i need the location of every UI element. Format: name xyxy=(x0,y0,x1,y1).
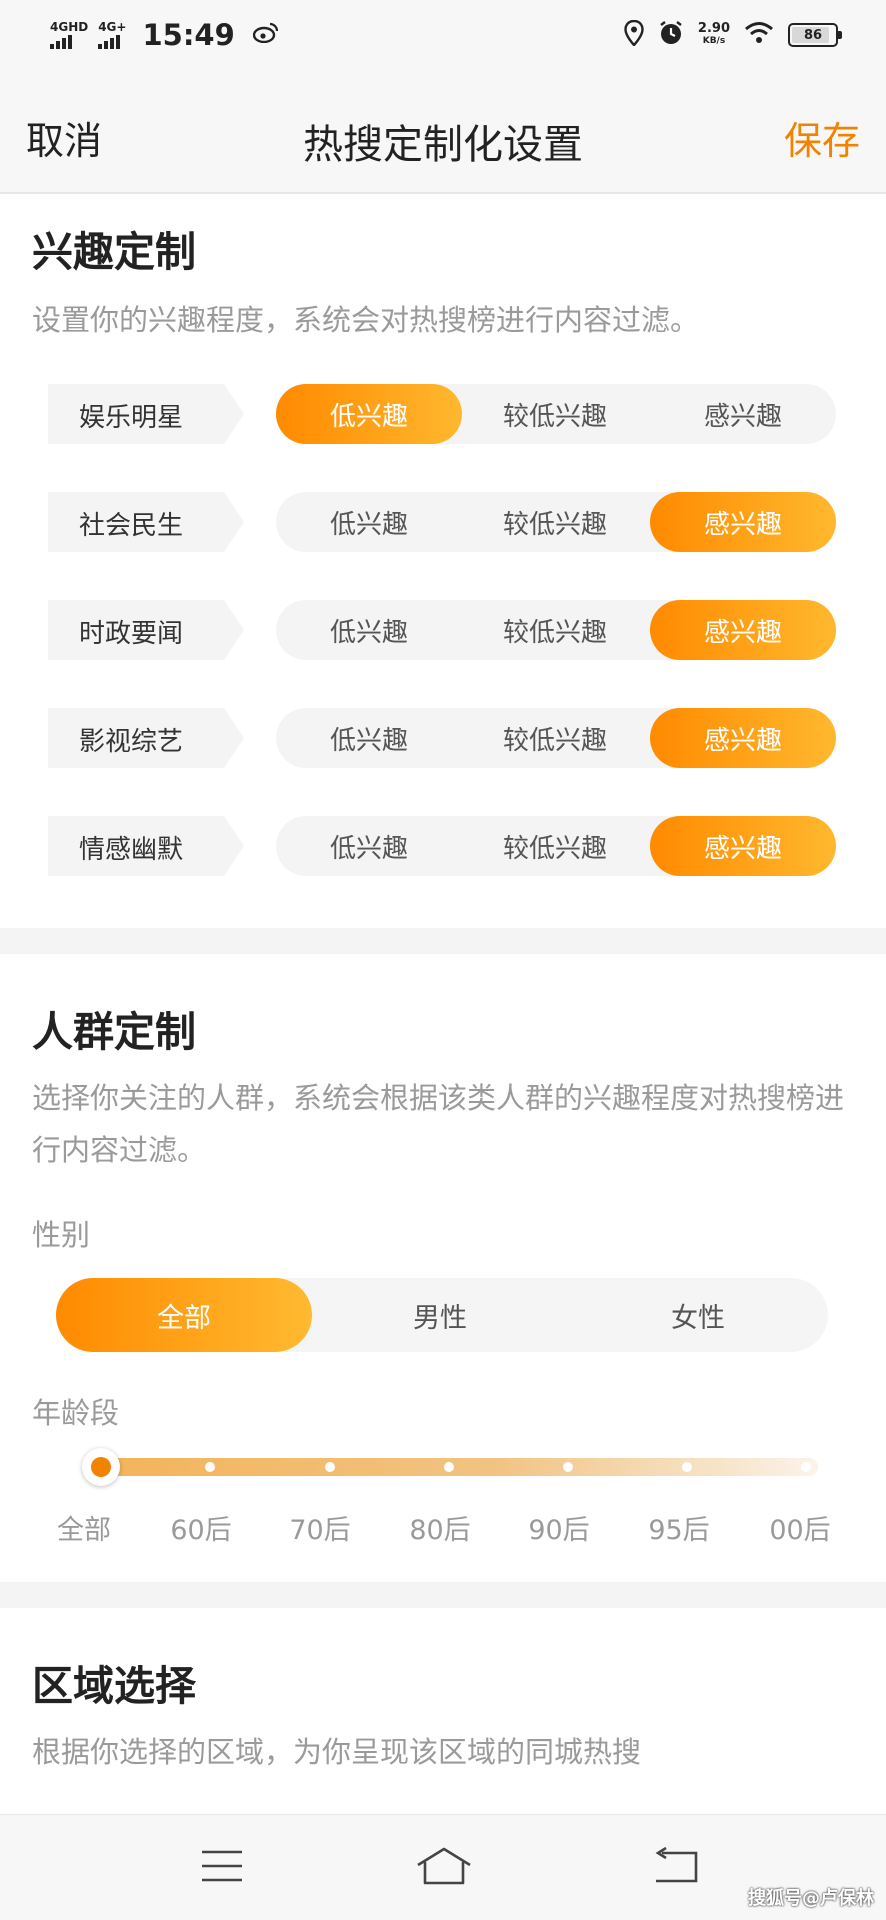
interest-row-label: 情感幽默 xyxy=(48,816,244,876)
interest-level-selector: 低兴趣 较低兴趣 感兴趣 xyxy=(276,384,836,444)
option-low-interest[interactable]: 低兴趣 xyxy=(276,816,462,876)
page-title: 热搜定制化设置 xyxy=(303,122,583,168)
save-button[interactable]: 保存 xyxy=(784,110,860,165)
interest-category: 情感幽默 xyxy=(79,835,184,865)
location-icon xyxy=(624,19,644,50)
status-left: 4GHD 4G+ 15:49 xyxy=(50,18,279,52)
interest-level-selector: 低兴趣 较低兴趣 感兴趣 xyxy=(276,600,836,660)
age-tick[interactable] xyxy=(444,1462,454,1472)
interest-row: 社会民生 低兴趣 较低兴趣 感兴趣 xyxy=(48,492,838,554)
crowd-title: 人群定制 xyxy=(32,1008,196,1056)
option-interested[interactable]: 感兴趣 xyxy=(650,708,836,768)
signal-label-1: 4GHD xyxy=(50,20,89,34)
option-low-interest[interactable]: 低兴趣 xyxy=(276,492,462,552)
interest-category: 社会民生 xyxy=(79,511,184,541)
option-lower-interest[interactable]: 较低兴趣 xyxy=(462,816,648,876)
wifi-icon xyxy=(744,21,774,49)
option-low-interest[interactable]: 低兴趣 xyxy=(276,384,462,444)
option-interested[interactable]: 感兴趣 xyxy=(650,492,836,552)
net-speed: 2.90 KB/s xyxy=(697,21,730,47)
nav-bar: 取消 热搜定制化设置 保存 xyxy=(0,72,886,194)
option-low-interest[interactable]: 低兴趣 xyxy=(276,600,462,660)
option-low-interest[interactable]: 低兴趣 xyxy=(276,708,462,768)
battery-icon: 86 xyxy=(788,23,842,47)
signal-label-2: 4G+ xyxy=(98,20,127,34)
interest-row: 影视综艺 低兴趣 较低兴趣 感兴趣 xyxy=(48,708,838,770)
interest-row-label: 影视综艺 xyxy=(48,708,244,768)
interest-level-selector: 低兴趣 较低兴趣 感兴趣 xyxy=(276,492,836,552)
interest-category: 影视综艺 xyxy=(79,727,184,757)
back-icon[interactable] xyxy=(646,1841,706,1891)
gender-option-male[interactable]: 男性 xyxy=(312,1278,568,1352)
age-tick[interactable] xyxy=(205,1462,215,1472)
age-tick[interactable] xyxy=(325,1462,335,1472)
age-slider-handle[interactable] xyxy=(82,1448,120,1486)
interest-row: 娱乐明星 低兴趣 较低兴趣 感兴趣 xyxy=(48,384,838,446)
interest-row: 时政要闻 低兴趣 较低兴趣 感兴趣 xyxy=(48,600,838,662)
option-lower-interest[interactable]: 较低兴趣 xyxy=(462,384,648,444)
age-label: 年龄段 xyxy=(32,1396,120,1430)
age-option-80s[interactable]: 80后 xyxy=(390,1508,490,1547)
age-tick[interactable] xyxy=(682,1462,692,1472)
interest-level-selector: 低兴趣 较低兴趣 感兴趣 xyxy=(276,708,836,768)
signal-bars-icon xyxy=(98,35,121,49)
status-bar: 4GHD 4G+ 15:49 2.90 KB/s 86 xyxy=(0,0,886,72)
crowd-desc: 选择你关注的人群，系统会根据该类人群的兴趣程度对热搜榜进行内容过滤。 xyxy=(32,1081,845,1167)
signal-bars-icon xyxy=(50,35,72,49)
interest-level-selector: 低兴趣 较低兴趣 感兴趣 xyxy=(276,816,836,876)
region-desc: 根据你选择的区域，为你呈现该区域的同城热搜 xyxy=(32,1735,642,1769)
option-lower-interest[interactable]: 较低兴趣 xyxy=(462,708,648,768)
region-title: 区域选择 xyxy=(32,1662,196,1710)
age-option-90s[interactable]: 90后 xyxy=(509,1508,609,1547)
alarm-icon xyxy=(658,20,684,50)
age-tick[interactable] xyxy=(801,1462,811,1472)
status-right: 2.90 KB/s 86 xyxy=(624,19,842,50)
weibo-icon xyxy=(252,21,279,49)
battery-level: 86 xyxy=(803,27,823,43)
net-speed-unit: KB/s xyxy=(702,36,726,46)
home-icon[interactable] xyxy=(414,1841,474,1891)
age-option-95s[interactable]: 95后 xyxy=(629,1508,729,1547)
section-divider xyxy=(0,928,886,954)
interest-desc: 设置你的兴趣程度，系统会对热搜榜进行内容过滤。 xyxy=(32,303,700,337)
interest-section: 兴趣定制 设置你的兴趣程度，系统会对热搜榜进行内容过滤。 娱乐明星 低兴趣 较低… xyxy=(0,196,886,928)
section-divider xyxy=(0,1582,886,1608)
age-option-60s[interactable]: 60后 xyxy=(151,1508,251,1547)
net-speed-value: 2.90 xyxy=(697,21,730,36)
gender-label: 性别 xyxy=(32,1218,91,1252)
gender-selector: 全部 男性 女性 xyxy=(56,1278,828,1352)
signal-indicator-1: 4GHD xyxy=(50,21,88,49)
option-lower-interest[interactable]: 较低兴趣 xyxy=(462,492,648,552)
interest-row-label: 娱乐明星 xyxy=(48,384,244,444)
gender-option-all[interactable]: 全部 xyxy=(56,1278,312,1352)
age-option-70s[interactable]: 70后 xyxy=(270,1508,370,1547)
watermark: 搜狐号@卢保林 xyxy=(748,1888,874,1909)
age-option-00s[interactable]: 00后 xyxy=(750,1508,850,1547)
age-option-all[interactable]: 全部 xyxy=(34,1508,134,1547)
option-interested[interactable]: 感兴趣 xyxy=(650,600,836,660)
region-section: 区域选择 根据你选择的区域，为你呈现该区域的同城热搜 xyxy=(0,1608,886,1814)
option-interested[interactable]: 感兴趣 xyxy=(650,384,836,444)
system-nav-bar: 搜狐号@卢保林 xyxy=(0,1814,886,1920)
interest-category: 时政要闻 xyxy=(79,619,184,649)
signal-indicator-2: 4G+ xyxy=(98,21,126,49)
menu-icon[interactable] xyxy=(192,1841,252,1891)
interest-row: 情感幽默 低兴趣 较低兴趣 感兴趣 xyxy=(48,816,838,878)
status-time: 15:49 xyxy=(142,18,235,52)
interest-title: 兴趣定制 xyxy=(32,228,196,276)
interest-row-label: 社会民生 xyxy=(48,492,244,552)
interest-row-label: 时政要闻 xyxy=(48,600,244,660)
option-lower-interest[interactable]: 较低兴趣 xyxy=(462,600,648,660)
interest-category: 娱乐明星 xyxy=(79,403,184,433)
crowd-section: 人群定制 选择你关注的人群，系统会根据该类人群的兴趣程度对热搜榜进行内容过滤。 … xyxy=(0,954,886,1582)
gender-option-female[interactable]: 女性 xyxy=(568,1278,828,1352)
option-interested[interactable]: 感兴趣 xyxy=(650,816,836,876)
age-tick[interactable] xyxy=(563,1462,573,1472)
